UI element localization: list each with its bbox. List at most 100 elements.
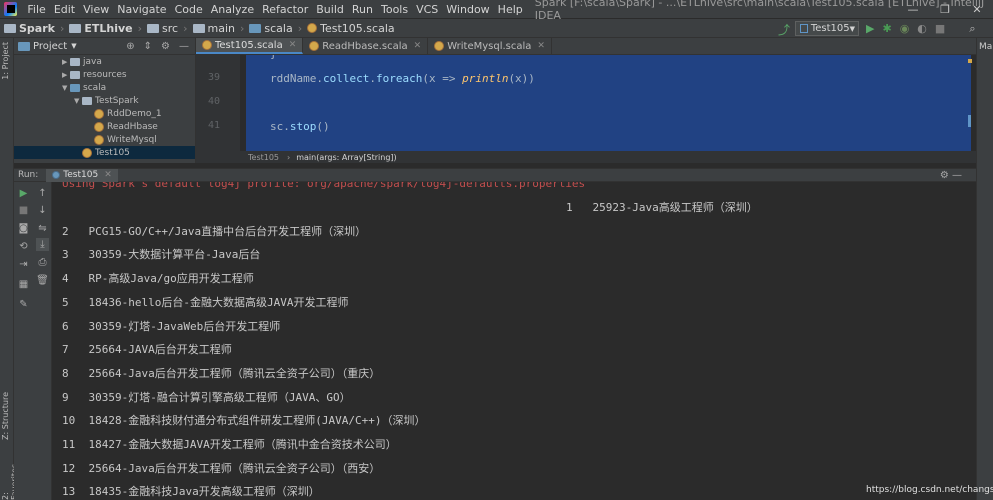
run-configuration-select[interactable]: Test105 ▼ [795,21,859,36]
tree-item[interactable]: WriteMysql [14,133,195,146]
chevron-down-icon[interactable]: ▼ [71,42,76,50]
stop-icon[interactable]: ■ [935,21,945,36]
trash-icon[interactable]: 🗑 [36,274,49,287]
folder-icon [69,23,82,33]
profile-icon[interactable]: ◐ [917,21,927,36]
tree-item[interactable]: ReadHbase [14,120,195,133]
structure-tool-tab[interactable]: Z: Structure [1,392,10,440]
nav-crumb[interactable]: scala › [249,22,307,35]
console-output[interactable]: Using Spark's default log4j profile: org… [53,182,976,500]
nav-crumb[interactable]: ETLhive › [69,22,147,35]
close-icon[interactable]: ✕ [289,40,297,50]
minimize-button[interactable]: — [897,0,929,19]
code-line[interactable]: sc.stop() [270,120,330,133]
gear-icon[interactable]: ⚙ [161,41,170,52]
nav-crumb[interactable]: src › [147,22,192,35]
tree-item[interactable]: ▼ scala [14,81,195,94]
expand-arrow-icon[interactable]: ▶ [62,71,70,79]
stop-icon[interactable]: ■ [17,204,30,217]
menu-refactor[interactable]: Refactor [258,3,312,16]
nav-crumb[interactable]: Test105.scala [307,22,395,35]
scroll-to-end-icon[interactable]: ⤓ [36,238,49,251]
menu-analyze[interactable]: Analyze [207,3,258,16]
project-panel-title[interactable]: Project [33,41,67,52]
breadcrumb-class[interactable]: Test105 [248,153,279,162]
tree-item[interactable]: ▶ java [14,55,195,68]
run-icon[interactable]: ▶ [866,21,874,36]
run-tab-test105[interactable]: Test105 ✕ [46,168,118,182]
close-window-button[interactable]: ✕ [961,0,993,19]
print-icon[interactable]: ⎙ [36,256,49,269]
tree-item-label: resources [83,69,127,80]
folder-icon [70,83,80,92]
soft-wrap-icon[interactable]: ⇋ [36,222,49,235]
console-line: 3 30359-大数据计算平台-Java后台 [62,248,261,262]
project-tool-tab[interactable]: 1: Project [1,42,10,80]
layout-icon[interactable]: ▦ [17,278,30,291]
coverage-icon[interactable]: ◉ [900,21,910,36]
expand-arrow-icon[interactable]: ▼ [74,97,82,105]
menu-code[interactable]: Code [171,3,207,16]
tree-item[interactable]: ▶ resources [14,68,195,81]
scala-file-icon [94,121,104,132]
code-token: rddName. [270,72,323,85]
camera-icon[interactable]: ◙ [17,222,30,235]
code-editor[interactable]: 38 39 40 41 } rddName.collect.foreach(x => p… [196,55,976,151]
expand-arrow-icon[interactable]: ▶ [62,58,70,66]
scroll-marker[interactable] [968,115,971,127]
breadcrumb-method[interactable]: main(args: Array[String]) [296,153,396,162]
run-toolbar-primary: ▶ ■ ◙ ⟲ ⇥ ▦ ✎ [14,182,33,500]
folder-icon [192,23,205,33]
tree-item[interactable]: ▼ TestSpark [14,94,195,107]
collapse-all-icon[interactable]: ⇕ [144,41,152,52]
menu-help[interactable]: Help [494,3,527,16]
console-line: 13 18435-金融科技Java开发高级工程师（深圳） [62,485,320,499]
gear-icon[interactable]: ⚙ — [940,170,962,181]
close-icon[interactable]: ✕ [537,41,545,51]
code-line[interactable]: } [270,55,277,60]
maximize-button[interactable]: ❐ [929,0,961,19]
run-label: Run: [18,170,39,180]
arrow-up-icon[interactable]: ↑ [36,187,49,200]
menu-build[interactable]: Build [312,3,348,16]
menu-run[interactable]: Run [348,3,377,16]
expand-arrow-icon[interactable]: ▼ [62,84,70,92]
editor-tab[interactable]: Test105.scala ✕ [196,38,304,54]
code-token: stop [289,120,317,133]
search-everywhere-icon[interactable]: ⌕ [969,21,975,36]
debug-icon[interactable]: ✱ [882,21,891,36]
tree-item-label: ReadHbase [107,121,158,132]
exit-icon[interactable]: ⇥ [17,258,30,271]
close-icon[interactable]: ✕ [104,170,112,180]
code-selection[interactable]: } rddName.collect.foreach(x => println(x)… [246,55,971,151]
rerun-icon[interactable]: ▶ [17,187,30,200]
menu-navigate[interactable]: Navigate [113,3,170,16]
pin-icon[interactable]: ✎ [17,298,30,311]
nav-crumb[interactable]: Spark › [4,22,69,35]
arrow-down-icon[interactable]: ↓ [36,204,49,217]
console-line: 4 RP-高级Java/go应用开发工程师 [62,272,254,286]
run-toolbar: ▶ ✱ ◉ ◐ ■ ⌕ [866,21,975,36]
menu-edit[interactable]: Edit [50,3,79,16]
menu-file[interactable]: File [23,3,49,16]
console-line: 5 18436-hello后台-金融大数据高级JAVA开发工程师 [62,295,349,309]
tree-item[interactable]: Test105 [14,146,195,159]
warning-marker[interactable] [968,59,972,63]
menu-view[interactable]: View [79,3,113,16]
hide-panel-icon[interactable]: — [179,41,189,52]
locate-file-icon[interactable]: ⊕ [126,41,134,52]
restore-layout-icon[interactable]: ⟲ [17,240,30,253]
code-token: . [369,72,376,85]
editor-tab[interactable]: WriteMysql.scala ✕ [428,38,552,54]
back-arrow-icon[interactable]: ⤴ [778,21,790,38]
code-line[interactable]: rddName.collect.foreach(x => println(x)) [270,72,535,85]
menu-vcs[interactable]: VCS [412,3,442,16]
editor-tab[interactable]: ReadHbase.scala ✕ [303,38,429,54]
menu-window[interactable]: Window [442,3,493,16]
menu-tools[interactable]: Tools [377,3,412,16]
folder-icon [249,23,262,33]
close-icon[interactable]: ✕ [414,41,422,51]
maven-tool-tab[interactable]: Ma [979,42,992,52]
tree-item[interactable]: RddDemo_1 [14,107,195,120]
nav-crumb[interactable]: main › [192,22,250,35]
